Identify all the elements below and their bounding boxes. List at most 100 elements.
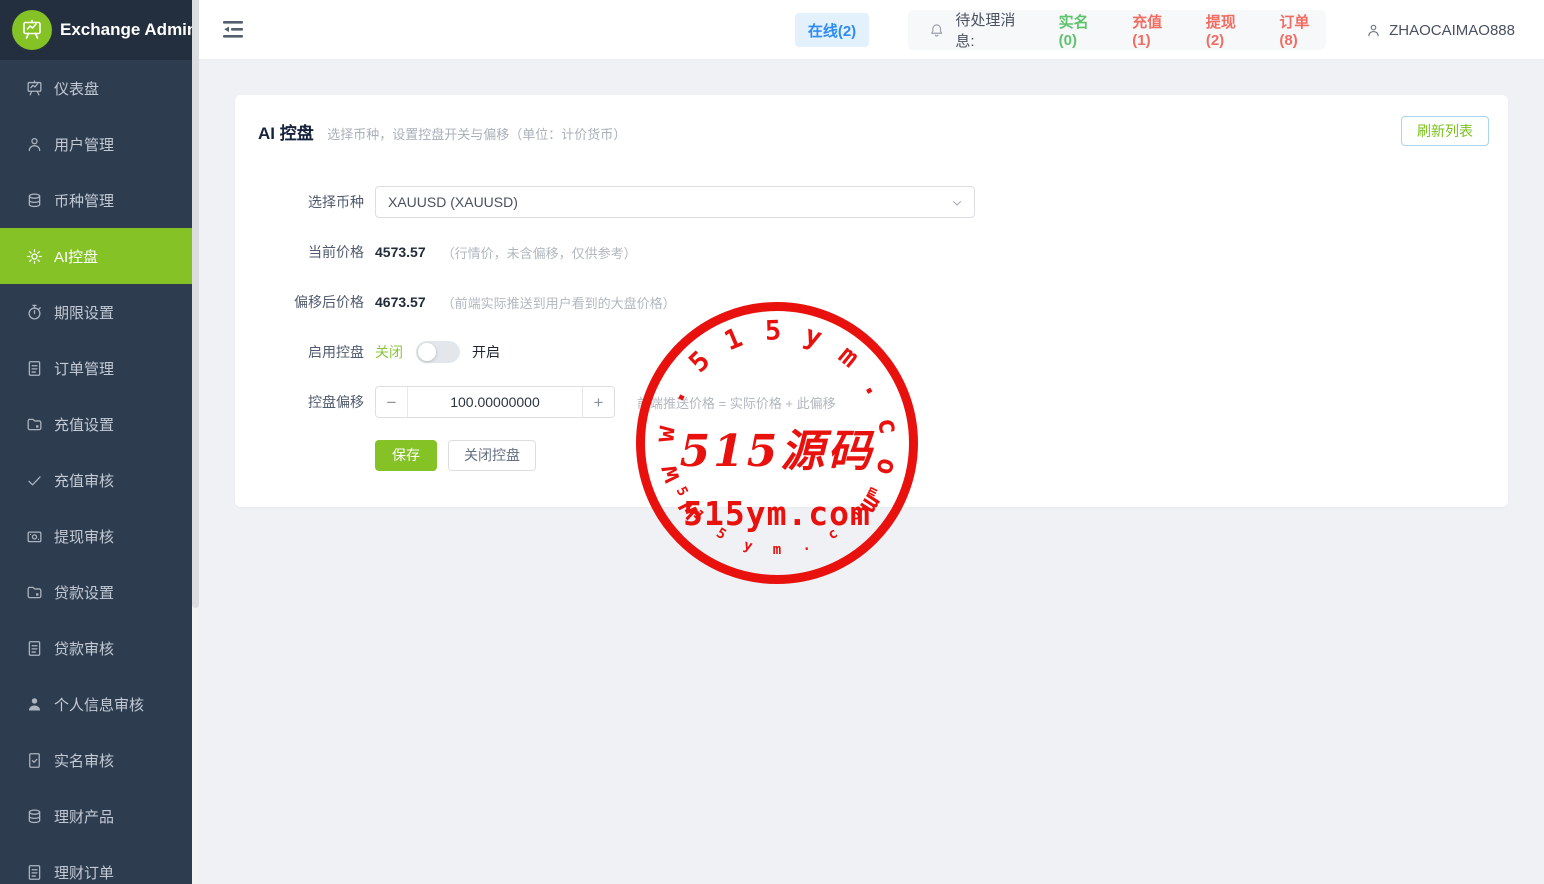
sidebar-item-withdraw-review[interactable]: 提现审核 [0, 508, 192, 564]
sidebar-scrollbar[interactable] [192, 0, 199, 884]
toggle-knob [418, 343, 436, 361]
sidebar-item-wealth-products[interactable]: 理财产品 [0, 788, 192, 844]
page-subtitle: 选择币种，设置控盘开关与偏移（单位：计价货币） [327, 127, 626, 142]
document-icon [25, 863, 44, 882]
app-title: Exchange Admin [60, 20, 197, 40]
sidebar-item-wealth-orders[interactable]: 理财订单 [0, 844, 192, 884]
checkmark-icon [25, 471, 44, 490]
enable-control-row: 启用控盘 关闭 开启 [235, 336, 1508, 368]
sidebar-item-label: 仪表盘 [54, 78, 99, 99]
sidebar-item-personal-info-review[interactable]: 个人信息审核 [0, 676, 192, 732]
sidebar-item-ai-control[interactable]: AI控盘 [0, 228, 192, 284]
currency-select-value: XAUUSD (XAUUSD) [388, 194, 518, 210]
chevron-down-icon [950, 196, 964, 210]
sidebar: Exchange Admin 仪表盘 用户管理 币种管理 AI控盘 期限设置 订… [0, 0, 192, 884]
counter-orders[interactable]: 订单(8) [1279, 11, 1326, 49]
sidebar-item-loan-review[interactable]: 贷款审核 [0, 620, 192, 676]
refresh-list-button[interactable]: 刷新列表 [1401, 116, 1489, 146]
person-filled-icon [25, 695, 44, 714]
sidebar-item-label: 贷款审核 [54, 638, 114, 659]
sidebar-item-label: 充值审核 [54, 470, 114, 491]
current-price-label: 当前价格 [235, 242, 364, 262]
document-icon [25, 359, 44, 378]
offset-input-label: 控盘偏移 [235, 392, 364, 412]
sidebar-item-label: 理财产品 [54, 806, 114, 827]
offset-price-label: 偏移后价格 [235, 292, 364, 312]
sidebar-item-kyc-review[interactable]: 实名审核 [0, 732, 192, 788]
toggle-off-label: 关闭 [375, 342, 403, 362]
sidebar-item-label: 个人信息审核 [54, 694, 144, 715]
sidebar-item-label: AI控盘 [54, 246, 98, 267]
sidebar-item-label: 充值设置 [54, 414, 114, 435]
currency-row: 选择币种 XAUUSD (XAUUSD) [235, 186, 1508, 218]
document-icon [25, 639, 44, 658]
offset-input-row: 控盘偏移 − + 前端推送价格 = 实际价格 + 此偏移 [235, 386, 1508, 418]
close-control-button[interactable]: 关闭控盘 [448, 440, 536, 471]
current-price-row: 当前价格 4573.57 （行情价，未含偏移，仅供参考） [235, 236, 1508, 268]
sidebar-item-label: 提现审核 [54, 526, 114, 547]
sidebar-item-label: 实名审核 [54, 750, 114, 771]
ai-control-form: 选择币种 XAUUSD (XAUUSD) 当前价格 4573.57 （行情价，未… [235, 186, 1508, 489]
counter-kyc[interactable]: 实名(0) [1059, 11, 1106, 49]
user-icon [25, 135, 44, 154]
offset-formula-note: 前端推送价格 = 实际价格 + 此偏移 [637, 393, 836, 412]
sidebar-item-label: 理财订单 [54, 862, 114, 883]
sidebar-item-label: 订单管理 [54, 358, 114, 379]
folder-icon [25, 583, 44, 602]
sidebar-item-loan-settings[interactable]: 贷款设置 [0, 564, 192, 620]
cash-icon [25, 527, 44, 546]
stopwatch-icon [25, 303, 44, 322]
currency-select[interactable]: XAUUSD (XAUUSD) [375, 186, 975, 218]
offset-stepper: − + [375, 386, 615, 418]
folder-icon [25, 415, 44, 434]
username: ZHAOCAIMAO888 [1389, 22, 1515, 39]
enable-control-toggle[interactable] [416, 341, 460, 363]
sidebar-item-label: 币种管理 [54, 190, 114, 211]
sidebar-item-label: 用户管理 [54, 134, 114, 155]
sidebar-scrollbar-thumb[interactable] [192, 0, 199, 608]
sidebar-item-currency-management[interactable]: 币种管理 [0, 172, 192, 228]
document-check-icon [25, 751, 44, 770]
card-header: AI 控盘 选择币种，设置控盘开关与偏移（单位：计价货币） [235, 95, 1508, 144]
enable-control-label: 启用控盘 [235, 342, 364, 362]
counter-deposit[interactable]: 充值(1) [1132, 11, 1179, 49]
sidebar-item-label: 贷款设置 [54, 582, 114, 603]
offset-price-note: （前端实际推送到用户看到的大盘价格） [442, 293, 676, 312]
app-logo [12, 10, 52, 50]
sidebar-item-term-settings[interactable]: 期限设置 [0, 284, 192, 340]
offset-price-value: 4673.57 [375, 294, 426, 310]
sidebar-menu: 仪表盘 用户管理 币种管理 AI控盘 期限设置 订单管理 充值设置 充值审核 提… [0, 60, 192, 884]
presentation-chart-icon [20, 18, 44, 42]
save-button[interactable]: 保存 [375, 440, 437, 471]
bell-icon [928, 21, 945, 40]
offset-value-input[interactable] [408, 387, 582, 417]
database-icon [25, 807, 44, 826]
current-price-value: 4573.57 [375, 244, 426, 260]
online-count-badge[interactable]: 在线(2) [795, 13, 869, 47]
user-menu[interactable]: ZHAOCAIMAO888 [1365, 0, 1515, 60]
ai-control-panel-card: AI 控盘 选择币种，设置控盘开关与偏移（单位：计价货币） 刷新列表 选择币种 … [235, 95, 1508, 507]
offset-price-row: 偏移后价格 4673.57 （前端实际推送到用户看到的大盘价格） [235, 286, 1508, 318]
menu-collapse-icon[interactable] [222, 20, 244, 40]
current-price-note: （行情价，未含偏移，仅供参考） [442, 243, 637, 262]
counter-withdraw[interactable]: 提现(2) [1206, 11, 1253, 49]
sidebar-item-order-management[interactable]: 订单管理 [0, 340, 192, 396]
stepper-minus-button[interactable]: − [376, 387, 408, 417]
toggle-on-label: 开启 [472, 342, 500, 362]
currency-label: 选择币种 [235, 192, 364, 212]
sidebar-item-deposit-settings[interactable]: 充值设置 [0, 396, 192, 452]
gear-icon [25, 247, 44, 266]
topbar: 在线(2) 待处理消息: 实名(0) 充值(1) 提现(2) 订单(8) ZHA… [199, 0, 1544, 60]
person-icon [1365, 22, 1382, 39]
sidebar-item-dashboard[interactable]: 仪表盘 [0, 60, 192, 116]
sidebar-item-label: 期限设置 [54, 302, 114, 323]
sidebar-item-user-management[interactable]: 用户管理 [0, 116, 192, 172]
stepper-plus-button[interactable]: + [582, 387, 614, 417]
action-buttons-row: 保存 关闭控盘 [235, 439, 1508, 471]
sidebar-header: Exchange Admin [0, 0, 192, 60]
database-icon [25, 191, 44, 210]
sidebar-item-deposit-review[interactable]: 充值审核 [0, 452, 192, 508]
page-title: AI 控盘 [258, 124, 314, 143]
pending-messages-box: 待处理消息: 实名(0) 充值(1) 提现(2) 订单(8) [908, 10, 1326, 50]
pending-messages-label: 待处理消息: [955, 9, 1031, 51]
